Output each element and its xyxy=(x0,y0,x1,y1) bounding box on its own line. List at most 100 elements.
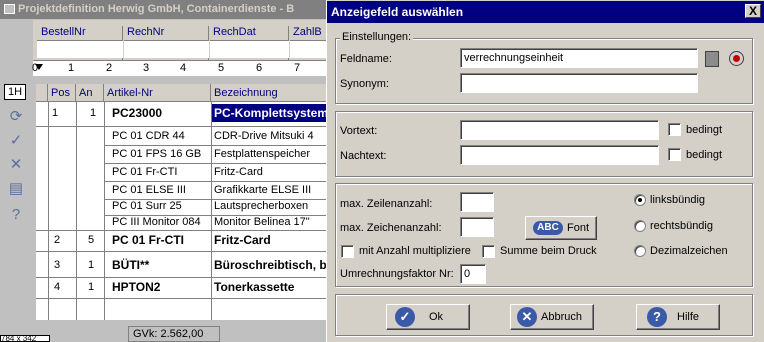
row-bezeichnung[interactable]: Festplattenspeicher xyxy=(214,145,330,163)
help-icon[interactable]: ? xyxy=(6,206,26,224)
row-pos: 4 xyxy=(54,281,61,293)
synonym-field[interactable] xyxy=(460,73,698,93)
umrechnung-field[interactable]: 0 xyxy=(460,264,486,284)
ruler-number: 1 xyxy=(68,62,75,74)
clear-icon[interactable] xyxy=(729,51,744,66)
row-an: 1 xyxy=(88,259,95,271)
ok-button[interactable]: ✓ Ok xyxy=(386,304,470,330)
rechnr-field[interactable] xyxy=(124,40,209,58)
close-button[interactable]: X xyxy=(745,4,761,18)
row-artikel[interactable]: PC 01 FPS 16 GB xyxy=(112,145,211,163)
row-artikel[interactable]: HPTON2 xyxy=(112,278,211,296)
row-artikel[interactable]: PC III Monitor 084 xyxy=(112,213,211,231)
radio-rechtsbuendig-label: rechtsbündig xyxy=(650,220,713,232)
nachtext-bedingt-checkbox[interactable] xyxy=(668,148,681,161)
row-bezeichnung[interactable]: Monitor Belinea 17" xyxy=(214,213,330,231)
window-icon xyxy=(4,4,15,14)
selected-cell[interactable]: PC-Komplettsystem xyxy=(212,104,330,122)
vortext-field[interactable] xyxy=(460,120,659,140)
grid-line xyxy=(211,102,212,320)
grid-head-pos[interactable]: Pos xyxy=(48,84,76,102)
abbruch-button[interactable]: ✕ Abbruch xyxy=(510,304,594,330)
vortext-label: Vortext: xyxy=(340,125,378,137)
row-divider xyxy=(36,298,330,299)
mit-anzahl-label: mit Anzahl multipliziere xyxy=(359,245,471,257)
radio-linksbuendig[interactable] xyxy=(634,194,646,206)
refresh-icon[interactable]: ⟳ xyxy=(6,108,26,126)
ruler-number: 7 xyxy=(294,62,301,74)
row-divider xyxy=(36,251,330,252)
umrechnung-label: Umrechnungsfaktor Nr: xyxy=(340,268,454,280)
radio-dezimalzeichen[interactable] xyxy=(634,245,646,257)
row-bezeichnung[interactable]: CDR-Drive Mitsuki 4 xyxy=(214,127,330,145)
feldname-field[interactable]: verrechnungseinheit xyxy=(460,48,698,68)
max-zeilen-field[interactable] xyxy=(460,192,494,212)
check-icon[interactable]: ✓ xyxy=(6,132,26,150)
max-zeichen-label: max. Zeichenanzahl: xyxy=(340,222,442,234)
ruler-number: 0 xyxy=(32,62,39,74)
grid-head-bezeichnung[interactable]: Bezeichnung xyxy=(211,84,330,102)
nachtext-bedingt-label: bedingt xyxy=(686,149,723,161)
cancel-icon[interactable]: ✕ xyxy=(6,156,26,174)
hilfe-button-label: Hilfe xyxy=(677,311,700,323)
check-icon: ✓ xyxy=(395,307,415,327)
grid-line xyxy=(48,102,49,320)
row-artikel[interactable]: PC 01 CDR 44 xyxy=(112,127,211,145)
status-size: 784 x 342 xyxy=(0,335,50,342)
row-pos: 1 xyxy=(52,107,59,119)
max-zeilen-label: max. Zeilenanzahl: xyxy=(340,198,433,210)
mit-anzahl-checkbox[interactable] xyxy=(341,245,354,258)
dialog-title: Anzeigefeld auswählen xyxy=(327,1,764,23)
grid-head-blank xyxy=(36,84,48,102)
rechdat-field[interactable] xyxy=(210,40,289,58)
nachtext-field[interactable] xyxy=(460,145,659,165)
row-bezeichnung[interactable]: Büroschreibtisch, b xyxy=(214,256,330,274)
group-einstellungen-title: Einstellungen: xyxy=(340,31,414,43)
ruler-number: 5 xyxy=(218,62,225,74)
row-pos: 2 xyxy=(54,234,61,246)
cancel-icon: ✕ xyxy=(517,307,537,327)
status-gvk: GVk: 2.562,00 xyxy=(128,326,220,342)
row-an: 5 xyxy=(88,234,95,246)
vortext-bedingt-label: bedingt xyxy=(686,124,723,136)
max-zeichen-field[interactable] xyxy=(460,217,494,237)
level-field[interactable]: 1H xyxy=(4,84,26,100)
font-button-label: Font xyxy=(567,222,590,234)
zahlb-field[interactable] xyxy=(290,40,330,58)
abbruch-button-label: Abbruch xyxy=(541,311,582,323)
ok-button-label: Ok xyxy=(429,311,444,323)
clipboard-icon[interactable]: ▤ xyxy=(6,180,26,198)
vortext-bedingt-checkbox[interactable] xyxy=(668,123,681,136)
bestellnr-field[interactable] xyxy=(37,40,123,58)
summe-checkbox[interactable] xyxy=(482,245,495,258)
grid-line xyxy=(104,102,105,320)
nachtext-label: Nachtext: xyxy=(340,150,387,162)
synonym-label: Synonym: xyxy=(340,78,389,90)
row-bezeichnung[interactable]: Tonerkassette xyxy=(214,278,330,296)
ruler-number: 2 xyxy=(106,62,113,74)
row-bezeichnung[interactable]: Fritz-Card xyxy=(214,163,330,181)
row-an: 1 xyxy=(88,281,95,293)
ruler-number: 6 xyxy=(256,62,263,74)
grid-head-artikel[interactable]: Artikel-Nr xyxy=(104,84,211,102)
font-icon: ABC xyxy=(533,221,563,235)
grid-head-an[interactable]: An xyxy=(76,84,104,102)
row-bezeichnung[interactable]: Fritz-Card xyxy=(214,231,330,249)
row-artikel[interactable]: BÜTI** xyxy=(112,256,211,274)
summe-label: Summe beim Druck xyxy=(500,245,597,257)
radio-rechtsbuendig[interactable] xyxy=(634,220,646,232)
grid-line xyxy=(76,102,77,320)
background-window-title: Projektdefinition Herwig GmbH, Container… xyxy=(0,0,330,19)
list-icon[interactable] xyxy=(705,51,719,67)
row-artikel[interactable]: PC 01 Fr-CTI xyxy=(112,163,211,181)
row-artikel[interactable]: PC23000 xyxy=(112,104,162,122)
feldname-label: Feldname: xyxy=(340,53,392,65)
row-an: 1 xyxy=(90,107,97,119)
help-icon: ? xyxy=(647,307,667,327)
radio-dezimalzeichen-label: Dezimalzeichen xyxy=(650,245,728,257)
ruler-number: 3 xyxy=(143,62,150,74)
hilfe-button[interactable]: ? Hilfe xyxy=(636,304,720,330)
row-artikel[interactable]: PC 01 Fr-CTI xyxy=(112,231,211,249)
row-pos: 3 xyxy=(54,259,61,271)
ruler-number: 4 xyxy=(180,62,187,74)
